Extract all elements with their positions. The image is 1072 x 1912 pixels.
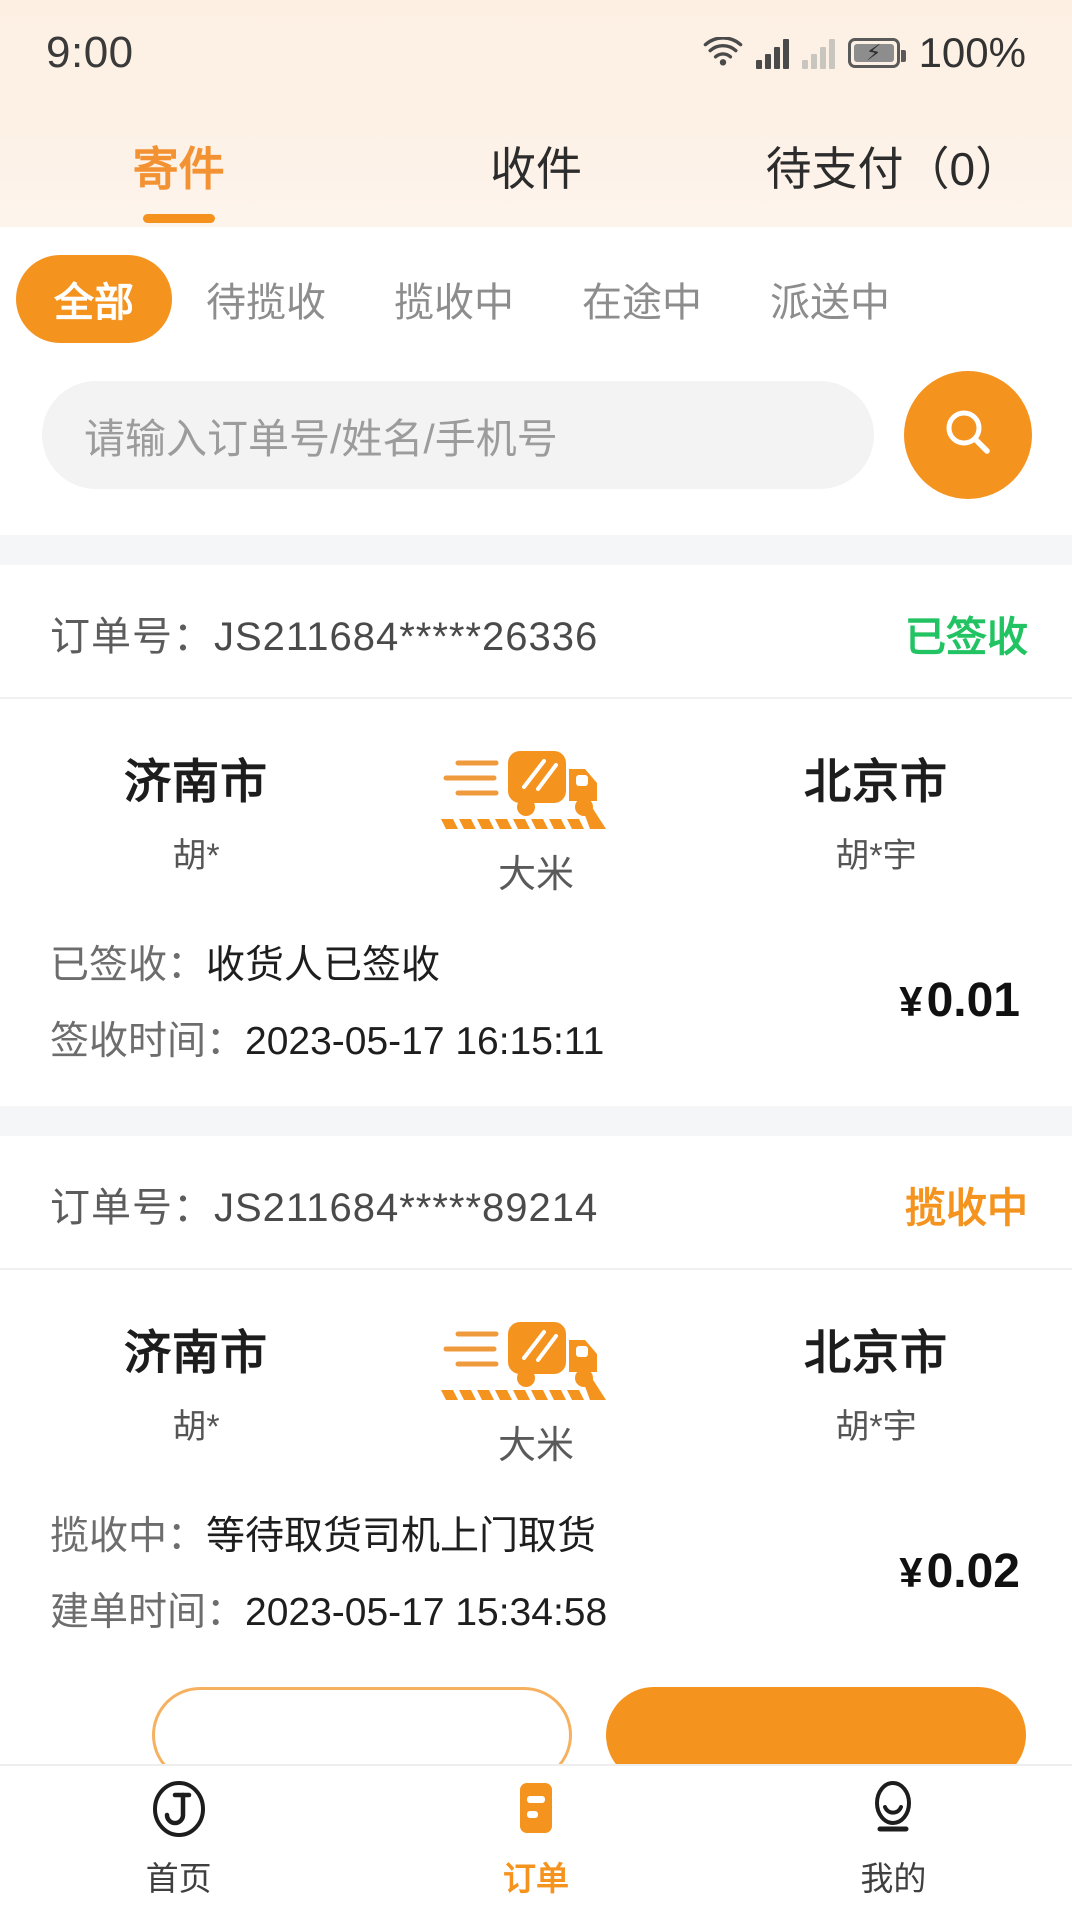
nav-item-orders-label: 订单 — [502, 1860, 569, 1897]
search-placeholder: 请输入订单号/姓名/手机号 — [84, 416, 558, 462]
origin-person: 胡* — [172, 1408, 220, 1446]
order-card[interactable]: 订单号：JS211684*****26336 已签收 济南市 胡* 大米 北京市… — [0, 565, 1072, 1106]
status-badge: 已签收 — [905, 614, 1028, 660]
order-number-label: 订单号： — [50, 1186, 214, 1230]
destination-person: 胡*宇 — [835, 837, 917, 875]
price-value: 0.02 — [926, 1544, 1020, 1598]
order-time-label: 建单时间： — [50, 1591, 246, 1634]
origin-city: 济南市 — [124, 755, 268, 808]
order-price: ¥0.02 — [899, 1544, 1020, 1599]
order-price: ¥0.01 — [899, 973, 1020, 1028]
truck-icon — [346, 745, 726, 837]
tab-receive-label: 收件 — [489, 143, 582, 195]
profile-icon — [864, 1778, 922, 1840]
app-screen: 9:00 ⚡ 100% 寄件 收件 待支付（0） 全部 待揽收 揽收中 在途中 … — [0, 0, 1072, 1912]
order-time-value: 2023-05-17 15:34:58 — [245, 1591, 608, 1634]
tab-send-label: 寄件 — [132, 143, 225, 195]
filter-chip-row[interactable]: 全部 待揽收 揽收中 在途中 派送中 — [0, 227, 1072, 363]
order-time-line: 签收时间：2023-05-17 16:15:11 — [50, 1010, 604, 1066]
order-status-label: 揽收中： — [50, 1515, 207, 1558]
destination-city: 北京市 — [804, 755, 948, 808]
order-detail-lines: 揽收中：等待取货司机上门取货 建单时间：2023-05-17 15:34:58 — [50, 1505, 607, 1637]
route-origin: 济南市 胡* — [46, 743, 346, 877]
nav-item-profile-label: 我的 — [860, 1860, 927, 1897]
cargo-name: 大米 — [497, 1425, 574, 1467]
order-card-header: 订单号：JS211684*****26336 已签收 — [0, 565, 1072, 699]
search-button[interactable] — [904, 371, 1032, 499]
bottom-navigation-bar: 首页 订单 我的 — [0, 1764, 1072, 1912]
order-status-line: 已签收：收货人已签收 — [50, 934, 604, 990]
order-status-value: 等待取货司机上门取货 — [206, 1515, 597, 1558]
origin-person: 胡* — [172, 837, 220, 875]
currency-symbol: ¥ — [899, 1548, 923, 1596]
battery-percent-label: 100% — [918, 28, 1026, 76]
route-middle: 大米 — [346, 1314, 726, 1469]
route-destination: 北京市 胡*宇 — [726, 1314, 1026, 1448]
nav-item-profile[interactable]: 我的 — [715, 1778, 1072, 1900]
order-time-line: 建单时间：2023-05-17 15:34:58 — [50, 1581, 607, 1637]
filter-chip-picking-up[interactable]: 揽收中 — [360, 255, 548, 343]
order-list-icon — [508, 1778, 564, 1840]
order-time-label: 签收时间： — [50, 1020, 246, 1063]
main-tab-bar: 寄件 收件 待支付（0） — [0, 105, 1072, 227]
status-bar-icons: ⚡ 100% — [703, 29, 1026, 77]
nav-item-orders[interactable]: 订单 — [357, 1778, 714, 1900]
status-badge: 揽收中 — [905, 1185, 1028, 1231]
order-number-value: JS211684*****26336 — [214, 615, 599, 659]
nav-item-home[interactable]: 首页 — [0, 1778, 357, 1900]
wifi-icon — [703, 35, 743, 69]
order-number-row: 订单号：JS211684*****26336 — [50, 604, 598, 662]
tab-pending-payment[interactable]: 待支付（0） — [715, 133, 1072, 199]
truck-icon — [346, 1316, 726, 1408]
price-value: 0.01 — [926, 973, 1020, 1027]
tab-send[interactable]: 寄件 — [0, 133, 357, 223]
order-number-label: 订单号： — [50, 615, 214, 659]
order-detail-lines: 已签收：收货人已签收 签收时间：2023-05-17 16:15:11 — [50, 934, 604, 1066]
route-middle: 大米 — [346, 743, 726, 898]
signal-icon-secondary — [801, 37, 835, 69]
order-card[interactable]: 订单号：JS211684*****89214 揽收中 济南市 胡* 大米 北京市… — [0, 1136, 1072, 1783]
battery-charging-icon: ⚡ — [847, 37, 906, 68]
top-header-area: 9:00 ⚡ 100% 寄件 收件 待支付（0） — [0, 0, 1072, 227]
order-status-line: 揽收中：等待取货司机上门取货 — [50, 1505, 607, 1561]
tab-active-indicator — [142, 214, 215, 223]
list-separator — [0, 1106, 1072, 1136]
order-status-label: 已签收： — [50, 944, 207, 987]
order-number-value: JS211684*****89214 — [214, 1186, 599, 1230]
order-route: 济南市 胡* 大米 北京市 胡*宇 — [0, 1270, 1072, 1479]
order-status-value: 收货人已签收 — [206, 944, 441, 987]
filter-chip-pending-pickup[interactable]: 待揽收 — [172, 255, 360, 343]
status-bar-clock: 9:00 — [46, 27, 134, 77]
tab-pending-payment-label: 待支付（0） — [765, 143, 1022, 195]
filter-chip-delivering[interactable]: 派送中 — [736, 255, 924, 343]
signal-icon — [755, 37, 789, 69]
order-detail-row: 已签收：收货人已签收 签收时间：2023-05-17 16:15:11 ¥0.0… — [0, 908, 1072, 1106]
cargo-name: 大米 — [497, 854, 574, 896]
filter-chip-in-transit[interactable]: 在途中 — [548, 255, 736, 343]
destination-person: 胡*宇 — [835, 1408, 917, 1446]
tab-receive[interactable]: 收件 — [357, 133, 714, 199]
search-input[interactable]: 请输入订单号/姓名/手机号 — [42, 381, 874, 489]
search-icon — [939, 404, 997, 467]
order-number-row: 订单号：JS211684*****89214 — [50, 1175, 598, 1233]
order-route: 济南市 胡* 大米 北京市 胡*宇 — [0, 699, 1072, 908]
destination-city: 北京市 — [804, 1326, 948, 1379]
nav-item-home-label: 首页 — [145, 1860, 212, 1897]
currency-symbol: ¥ — [899, 977, 923, 1025]
order-detail-row: 揽收中：等待取货司机上门取货 建单时间：2023-05-17 15:34:58 … — [0, 1479, 1072, 1677]
list-separator — [0, 535, 1072, 565]
order-card-header: 订单号：JS211684*****89214 揽收中 — [0, 1136, 1072, 1270]
filter-chip-all[interactable]: 全部 — [16, 255, 172, 343]
order-time-value: 2023-05-17 16:15:11 — [245, 1020, 605, 1063]
search-row: 请输入订单号/姓名/手机号 — [0, 363, 1072, 535]
status-bar: 9:00 ⚡ 100% — [0, 0, 1072, 105]
origin-city: 济南市 — [124, 1326, 268, 1379]
home-logo-icon — [149, 1778, 209, 1840]
route-origin: 济南市 胡* — [46, 1314, 346, 1448]
route-destination: 北京市 胡*宇 — [726, 743, 1026, 877]
